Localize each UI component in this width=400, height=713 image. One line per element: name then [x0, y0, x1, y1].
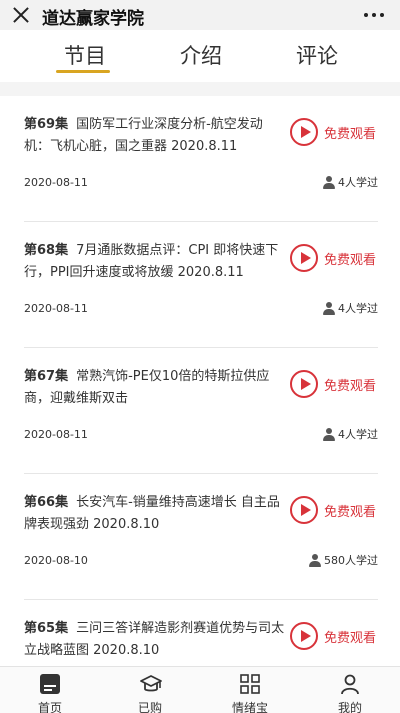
learner-count-text: 4人学过 — [338, 176, 378, 189]
free-watch-button[interactable]: 免费观看 — [290, 242, 378, 274]
top-bar: 道达赢家学院 — [0, 0, 400, 30]
more-icon[interactable] — [364, 13, 384, 17]
episode-number: 第65集 — [24, 621, 69, 636]
episode-title: 第68集 7月通胀数据点评：CPI 即将快速下行，PPI回升速度或将放缓 2020… — [24, 240, 286, 284]
play-icon — [290, 118, 318, 146]
episode-date: 2020-08-11 — [24, 176, 88, 189]
learner-count-text: 580人学过 — [324, 554, 378, 567]
episode-number: 第66集 — [24, 495, 69, 510]
person-icon — [309, 553, 321, 567]
bottom-navigation: 首页 已购 情绪宝 我的 — [0, 666, 400, 713]
list-item[interactable]: 第67集 常熟汽饰-PE仅10倍的特斯拉供应商，迎戴维斯双击 免费观看 2020-… — [24, 348, 378, 474]
list-item[interactable]: 第68集 7月通胀数据点评：CPI 即将快速下行，PPI回升速度或将放缓 2020… — [24, 222, 378, 348]
episode-title: 第67集 常熟汽饰-PE仅10倍的特斯拉供应商，迎戴维斯双击 — [24, 366, 286, 410]
list-item[interactable]: 第65集 三问三答详解造影剂赛道优势与司太立战略蓝图 2020.8.10 免费观看 — [24, 600, 378, 666]
person-icon — [323, 175, 335, 189]
free-watch-label: 免费观看 — [324, 505, 377, 520]
free-watch-button[interactable]: 免费观看 — [290, 368, 378, 400]
tab-intro[interactable]: 介绍 — [180, 40, 222, 70]
episode-title: 第66集 长安汽车-销量维持高速增长 自主品牌表现强劲 2020.8.10 — [24, 492, 286, 536]
free-watch-button[interactable]: 免费观看 — [290, 116, 378, 148]
nav-mood-treasure[interactable]: 情绪宝 — [220, 671, 280, 713]
section-divider — [0, 82, 400, 96]
play-icon — [290, 244, 318, 272]
nav-home[interactable]: 首页 — [20, 671, 80, 713]
episode-date: 2020-08-10 — [24, 554, 88, 567]
nav-mine-label: 我的 — [337, 701, 362, 713]
tab-programs[interactable]: 节目 — [64, 40, 106, 70]
list-item[interactable]: 第69集 国防军工行业深度分析-航空发动机：飞机心脏，国之重器 2020.8.11… — [24, 96, 378, 222]
episode-title: 第65集 三问三答详解造影剂赛道优势与司太立战略蓝图 2020.8.10 — [24, 618, 286, 662]
user-icon — [339, 673, 361, 695]
free-watch-button[interactable]: 免费观看 — [290, 620, 378, 652]
tab-bar: 节目 介绍 评论 — [0, 30, 400, 82]
page-title: 道达赢家学院 — [42, 9, 144, 29]
episode-number: 第69集 — [24, 117, 69, 132]
nav-home-label: 首页 — [37, 701, 62, 713]
episode-date: 2020-08-11 — [24, 428, 88, 441]
person-icon — [323, 301, 335, 315]
play-icon — [290, 370, 318, 398]
nav-purchased[interactable]: 已购 — [120, 671, 180, 713]
episode-number: 第68集 — [24, 243, 69, 258]
learner-count-text: 4人学过 — [338, 428, 378, 441]
list-item[interactable]: 第66集 长安汽车-销量维持高速增长 自主品牌表现强劲 2020.8.10 免费观… — [24, 474, 378, 600]
nav-purchased-label: 已购 — [137, 701, 162, 713]
tab-comments[interactable]: 评论 — [296, 40, 338, 70]
person-icon — [323, 427, 335, 441]
graduation-cap-icon — [139, 673, 162, 695]
learner-count: 4人学过 — [323, 174, 378, 190]
active-tab-indicator — [56, 70, 110, 73]
play-icon — [290, 496, 318, 524]
nav-mine[interactable]: 我的 — [320, 671, 380, 713]
grid-icon — [239, 673, 261, 695]
episode-title: 第69集 国防军工行业深度分析-航空发动机：飞机心脏，国之重器 2020.8.11 — [24, 114, 286, 158]
free-watch-button[interactable]: 免费观看 — [290, 494, 378, 526]
free-watch-label: 免费观看 — [324, 631, 377, 646]
play-icon — [290, 622, 318, 650]
learner-count: 580人学过 — [309, 552, 378, 568]
free-watch-label: 免费观看 — [324, 379, 377, 394]
free-watch-label: 免费观看 — [324, 127, 377, 142]
free-watch-label: 免费观看 — [324, 253, 377, 268]
nav-mood-treasure-label: 情绪宝 — [231, 701, 268, 713]
learner-count: 4人学过 — [323, 300, 378, 316]
home-icon — [39, 673, 61, 695]
episode-date: 2020-08-11 — [24, 302, 88, 315]
learner-count: 4人学过 — [323, 426, 378, 442]
close-icon[interactable] — [10, 4, 32, 26]
episode-list: 第69集 国防军工行业深度分析-航空发动机：飞机心脏，国之重器 2020.8.11… — [0, 96, 400, 666]
learner-count-text: 4人学过 — [338, 302, 378, 315]
episode-number: 第67集 — [24, 369, 69, 384]
